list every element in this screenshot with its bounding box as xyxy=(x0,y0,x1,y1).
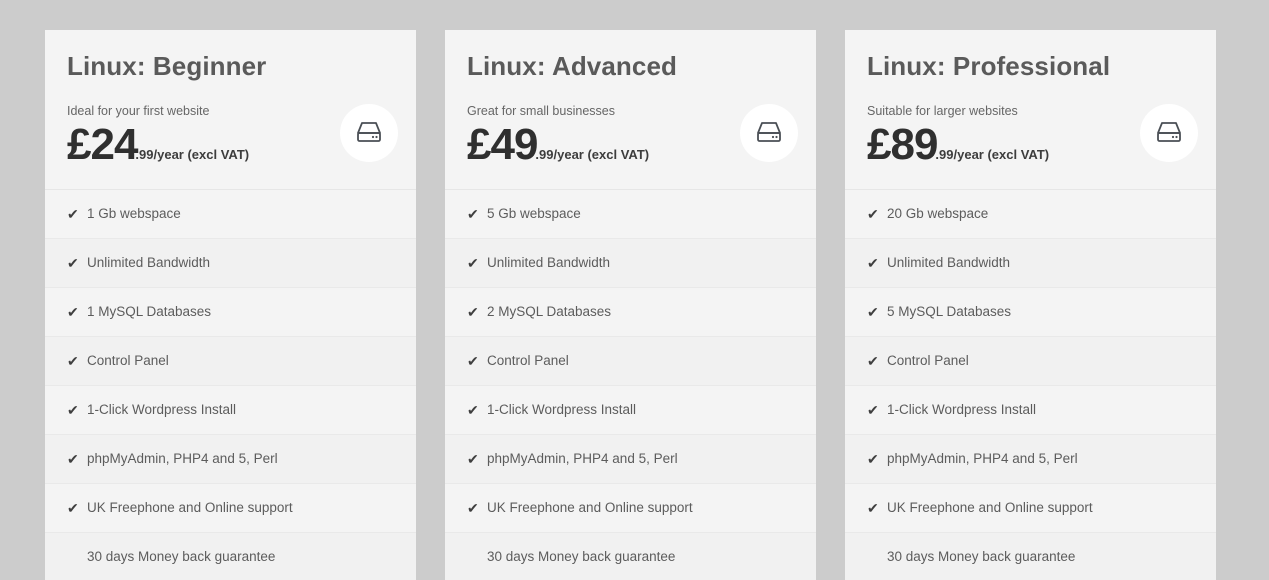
plan-price-suffix: .99/year (excl VAT) xyxy=(535,146,650,162)
list-item: ✔ phpMyAdmin, PHP4 and 5, Perl xyxy=(45,435,416,484)
check-icon: ✔ xyxy=(67,304,79,320)
list-item: ✔ UK Freephone and Online support xyxy=(45,484,416,533)
feature-label: 1-Click Wordpress Install xyxy=(887,401,1037,417)
list-item: ✔ 2 MySQL Databases xyxy=(445,288,816,337)
check-icon: ✔ xyxy=(467,255,479,271)
plan-title: Linux: Beginner xyxy=(67,51,267,81)
plan-title: Linux: Advanced xyxy=(467,51,678,81)
check-icon: ✔ xyxy=(467,353,479,369)
plan-price-amount: £49 xyxy=(467,119,538,169)
list-item: ✔ 1-Click Wordpress Install xyxy=(845,386,1216,435)
feature-label: 5 MySQL Databases xyxy=(887,303,1012,319)
list-item: ✔ phpMyAdmin, PHP4 and 5, Perl xyxy=(445,435,816,484)
check-icon: ✔ xyxy=(67,451,79,467)
list-item: ✔ UK Freephone and Online support xyxy=(445,484,816,533)
check-icon: ✔ xyxy=(67,206,79,222)
list-item: ✔ 1 MySQL Databases xyxy=(45,288,416,337)
feature-label: phpMyAdmin, PHP4 and 5, Perl xyxy=(87,450,278,466)
list-item: ✔ phpMyAdmin, PHP4 and 5, Perl xyxy=(845,435,1216,484)
check-icon: ✔ xyxy=(867,304,879,320)
list-item: ✔ Control Panel xyxy=(845,337,1216,386)
plan-header: Linux: Beginner Ideal for your first web… xyxy=(45,30,416,190)
plan-price-suffix: .99/year (excl VAT) xyxy=(935,146,1050,162)
check-icon: ✔ xyxy=(867,353,879,369)
feature-label: UK Freephone and Online support xyxy=(887,499,1093,515)
check-icon: ✔ xyxy=(67,255,79,271)
feature-label: 1 MySQL Databases xyxy=(87,303,212,319)
hard-drive-icon xyxy=(1140,104,1198,162)
check-icon: ✔ xyxy=(67,500,79,516)
feature-label: UK Freephone and Online support xyxy=(487,499,693,515)
feature-label: Control Panel xyxy=(87,352,169,368)
plan-card-advanced[interactable]: Linux: Advanced Great for small business… xyxy=(445,30,816,580)
plan-title: Linux: Professional xyxy=(867,51,1111,81)
check-icon: ✔ xyxy=(67,353,79,369)
check-icon: ✔ xyxy=(867,402,879,418)
list-item: ✔ Unlimited Bandwidth xyxy=(445,239,816,288)
plan-price-amount: £24 xyxy=(67,119,138,169)
check-icon: ✔ xyxy=(867,206,879,222)
list-item: ✔ 5 MySQL Databases xyxy=(845,288,1216,337)
list-item: ✔ Unlimited Bandwidth xyxy=(45,239,416,288)
feature-label: Unlimited Bandwidth xyxy=(887,254,1011,270)
check-icon: ✔ xyxy=(467,402,479,418)
feature-list: ✔ 20 Gb webspace ✔ Unlimited Bandwidth ✔… xyxy=(845,190,1216,580)
feature-label: 1 Gb webspace xyxy=(87,205,181,221)
pricing-plans-container: Linux: Beginner Ideal for your first web… xyxy=(0,0,1269,580)
check-icon: ✔ xyxy=(467,451,479,467)
feature-label: Control Panel xyxy=(487,352,569,368)
plan-header: Linux: Professional Suitable for larger … xyxy=(845,30,1216,190)
feature-list: ✔ 5 Gb webspace ✔ Unlimited Bandwidth ✔ … xyxy=(445,190,816,580)
feature-label: 30 days Money back guarantee xyxy=(887,548,1076,564)
feature-label: 20 Gb webspace xyxy=(887,205,989,221)
feature-label: 30 days Money back guarantee xyxy=(87,548,276,564)
feature-label: 1-Click Wordpress Install xyxy=(487,401,637,417)
hard-drive-icon xyxy=(340,104,398,162)
plan-header: Linux: Advanced Great for small business… xyxy=(445,30,816,190)
feature-label: phpMyAdmin, PHP4 and 5, Perl xyxy=(887,450,1078,466)
list-item: ✔ Control Panel xyxy=(445,337,816,386)
list-item: ✔ 1-Click Wordpress Install xyxy=(445,386,816,435)
plan-card-beginner[interactable]: Linux: Beginner Ideal for your first web… xyxy=(45,30,416,580)
feature-label: 2 MySQL Databases xyxy=(487,303,612,319)
feature-label: UK Freephone and Online support xyxy=(87,499,293,515)
list-item: ✔ 1 Gb webspace xyxy=(45,190,416,239)
feature-label: 5 Gb webspace xyxy=(487,205,581,221)
feature-label: Unlimited Bandwidth xyxy=(87,254,211,270)
feature-label: 30 days Money back guarantee xyxy=(487,548,676,564)
list-item: ✔ 20 Gb webspace xyxy=(845,190,1216,239)
check-icon: ✔ xyxy=(867,255,879,271)
feature-label: Unlimited Bandwidth xyxy=(487,254,611,270)
plan-price-suffix: .99/year (excl VAT) xyxy=(135,146,250,162)
plan-price-amount: £89 xyxy=(867,119,938,169)
check-icon: ✔ xyxy=(67,402,79,418)
list-item: ✔ Control Panel xyxy=(45,337,416,386)
hard-drive-icon xyxy=(740,104,798,162)
list-item: 30 days Money back guarantee xyxy=(45,533,416,580)
check-icon: ✔ xyxy=(867,451,879,467)
feature-label: Control Panel xyxy=(887,352,969,368)
list-item: 30 days Money back guarantee xyxy=(445,533,816,580)
list-item: ✔ 1-Click Wordpress Install xyxy=(45,386,416,435)
feature-label: phpMyAdmin, PHP4 and 5, Perl xyxy=(487,450,678,466)
list-item: 30 days Money back guarantee xyxy=(845,533,1216,580)
list-item: ✔ 5 Gb webspace xyxy=(445,190,816,239)
list-item: ✔ Unlimited Bandwidth xyxy=(845,239,1216,288)
check-icon: ✔ xyxy=(867,500,879,516)
check-icon: ✔ xyxy=(467,500,479,516)
feature-label: 1-Click Wordpress Install xyxy=(87,401,237,417)
check-icon: ✔ xyxy=(467,304,479,320)
feature-list: ✔ 1 Gb webspace ✔ Unlimited Bandwidth ✔ … xyxy=(45,190,416,580)
check-icon: ✔ xyxy=(467,206,479,222)
list-item: ✔ UK Freephone and Online support xyxy=(845,484,1216,533)
plan-card-professional[interactable]: Linux: Professional Suitable for larger … xyxy=(845,30,1216,580)
